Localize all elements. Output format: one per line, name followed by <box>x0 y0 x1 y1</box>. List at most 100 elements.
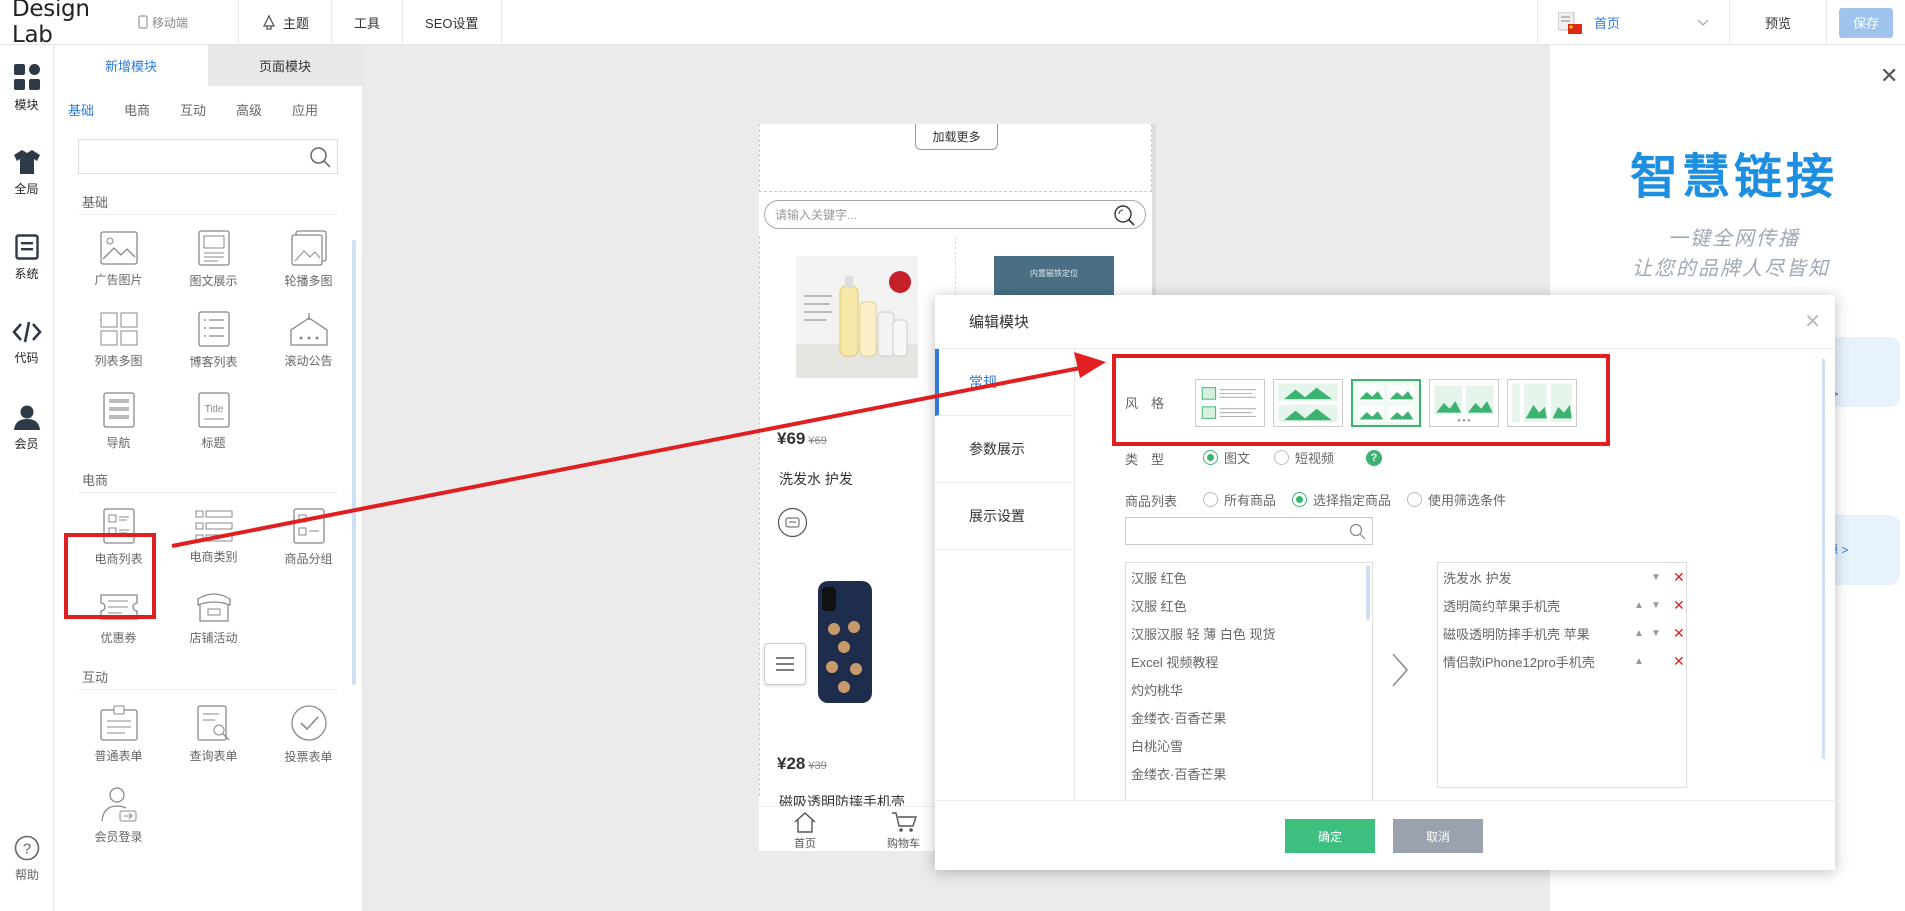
module-product-group[interactable]: 商品分组 <box>261 497 356 578</box>
topnav-theme[interactable]: 主题 <box>238 0 331 45</box>
module-store-activity[interactable]: 店铺活动 <box>166 578 261 659</box>
list-option-all[interactable]: 所有商品 <box>1203 490 1276 509</box>
rail-item-help[interactable]: ? 帮助 <box>0 816 54 901</box>
dialog-header: 编辑模块 ✕ <box>935 295 1835 349</box>
list-item[interactable]: 汉服 红色 <box>1126 591 1372 619</box>
module-navigation[interactable]: 导航 <box>71 381 166 462</box>
cart-add-icon[interactable] <box>777 507 808 538</box>
dialog-tab-general[interactable]: 常规 <box>935 349 1074 416</box>
module-list-images[interactable]: 列表多图 <box>71 300 166 381</box>
module-query-form[interactable]: 查询表单 <box>166 694 261 775</box>
cancel-button[interactable]: 取消 <box>1393 819 1483 853</box>
remove-icon[interactable]: ✕ <box>1673 597 1685 614</box>
chevron-right-icon[interactable] <box>1390 652 1410 688</box>
list-item[interactable]: 灼灼桃华 <box>1126 675 1372 703</box>
type-option-image-text[interactable]: 图文 <box>1203 448 1250 467</box>
selected-item[interactable]: 磁吸透明防摔手机壳 苹果 ▲ ▼ ✕ <box>1438 619 1688 647</box>
list-scrollbar[interactable] <box>1366 565 1370 620</box>
category-apps[interactable]: 应用 <box>292 100 348 119</box>
close-icon[interactable]: ✕ <box>1880 63 1898 89</box>
list-item[interactable]: 汉服 红色 <box>1126 563 1372 591</box>
phone-menu-button[interactable] <box>764 643 806 685</box>
old-price: ¥39 <box>808 760 827 772</box>
module-vote-form[interactable]: 投票表单 <box>261 694 356 775</box>
product-name[interactable]: 洗发水 护发 <box>779 469 853 489</box>
category-list-icon <box>195 510 232 542</box>
move-down-icon[interactable]: ▼ <box>1651 600 1661 611</box>
list-item[interactable]: 汉服汉服 轻 薄 白色 现货 <box>1126 619 1372 647</box>
remove-icon[interactable]: ✕ <box>1673 653 1685 670</box>
topnav-tools[interactable]: 工具 <box>331 0 402 45</box>
tab-add-module[interactable]: 新增模块 <box>54 45 208 86</box>
selected-item[interactable]: 洗发水 护发 ▼ ✕ <box>1438 563 1688 591</box>
radio-unchecked <box>1203 492 1218 507</box>
move-up-icon[interactable]: ▲ <box>1634 600 1644 611</box>
top-bar: Design Lab 移动端 主题 工具 SEO设置 首页 预览 保存 <box>0 0 1905 48</box>
remove-icon[interactable]: ✕ <box>1673 625 1685 642</box>
panel-scrollbar[interactable] <box>352 240 356 685</box>
dialog-tab-params[interactable]: 参数展示 <box>935 416 1074 483</box>
save-button[interactable]: 保存 <box>1839 7 1893 38</box>
search-icon[interactable] <box>309 146 331 168</box>
menu-icon <box>776 657 794 671</box>
preview-button[interactable]: 预览 <box>1729 0 1827 45</box>
module-label: 博客列表 <box>189 355 238 369</box>
help-icon[interactable]: ? <box>1366 449 1383 466</box>
confirm-button[interactable]: 确定 <box>1285 819 1375 853</box>
list-item[interactable]: 金缕衣·百香芒果 <box>1126 759 1372 787</box>
list-item[interactable]: Excel 视频教程 <box>1126 647 1372 675</box>
module-ad-image[interactable]: 广告图片 <box>71 219 166 300</box>
move-down-icon[interactable]: ▼ <box>1651 628 1661 639</box>
module-member-login[interactable]: 会员登录 <box>71 775 166 856</box>
phone-search-bar[interactable]: 请输入关键字... <box>764 200 1146 229</box>
dialog-scrollbar[interactable] <box>1822 359 1825 759</box>
dialog-title: 编辑模块 <box>969 314 1030 331</box>
list-option-filter[interactable]: 使用筛选条件 <box>1407 490 1506 509</box>
close-icon[interactable]: ✕ <box>1804 309 1821 334</box>
product-image-phone-case[interactable] <box>814 579 876 707</box>
category-interactive[interactable]: 互动 <box>180 100 236 119</box>
search-icon[interactable] <box>1349 523 1366 540</box>
topnav-seo[interactable]: SEO设置 <box>402 0 502 45</box>
page-selector[interactable]: 首页 <box>1537 0 1729 45</box>
tab-page-module[interactable]: 页面模块 <box>208 45 362 86</box>
product-search[interactable] <box>1125 517 1373 545</box>
phone-tab-home[interactable]: 首页 <box>793 811 817 851</box>
module-scroll-notice[interactable]: 滚动公告 <box>261 300 356 381</box>
type-option-video[interactable]: 短视频 <box>1274 448 1334 467</box>
list-item[interactable]: 金缕衣·百香芒果 <box>1126 703 1372 731</box>
module-carousel[interactable]: 轮播多图 <box>261 219 356 300</box>
product-image-shampoo[interactable] <box>796 256 918 378</box>
category-basic[interactable]: 基础 <box>68 100 124 119</box>
module-title[interactable]: Title 标题 <box>166 381 261 462</box>
move-down-icon[interactable]: ▼ <box>1651 572 1661 583</box>
module-image-text[interactable]: 图文展示 <box>166 219 261 300</box>
move-up-icon[interactable]: ▲ <box>1634 628 1644 639</box>
app-title: Design Lab <box>12 0 90 48</box>
dialog-tab-display[interactable]: 展示设置 <box>935 483 1074 550</box>
rail-item-code[interactable]: 代码 <box>0 300 53 385</box>
module-panel: 新增模块 页面模块 基础 电商 互动 高级 应用 基础 广告图片 图文展示 轮播… <box>54 45 363 911</box>
rail-item-global[interactable]: 全局 <box>0 130 53 215</box>
selected-item[interactable]: 情侣款iPhone12pro手机壳 ▲ ✕ <box>1438 647 1688 675</box>
move-up-icon[interactable]: ▲ <box>1634 656 1644 667</box>
phone-tab-cart[interactable]: 购物车 <box>887 811 920 851</box>
product-list-radio-group: 所有商品 选择指定商品 使用筛选条件 <box>1203 490 1506 509</box>
module-blog-list[interactable]: 博客列表 <box>166 300 261 381</box>
category-advanced[interactable]: 高级 <box>236 100 292 119</box>
module-form[interactable]: 普通表单 <box>71 694 166 775</box>
list-option-selected[interactable]: 选择指定商品 <box>1292 490 1391 509</box>
remove-icon[interactable]: ✕ <box>1673 569 1685 586</box>
rail-item-members[interactable]: 会员 <box>0 385 53 470</box>
module-search-input[interactable] <box>79 140 337 173</box>
rail-item-system[interactable]: 系统 <box>0 215 53 300</box>
product-image-case[interactable]: 内置磁铁定位 <box>994 256 1114 298</box>
module-ecommerce-category[interactable]: 电商类别 <box>166 497 261 578</box>
load-more-button[interactable]: 加载更多 <box>915 124 998 150</box>
category-ecommerce[interactable]: 电商 <box>124 100 180 119</box>
rail-item-modules[interactable]: 模块 <box>0 45 53 130</box>
mobile-toggle[interactable]: 移动端 <box>138 14 238 31</box>
rail-label-members: 会员 <box>14 436 39 451</box>
list-item[interactable]: 白桃沁雪 <box>1126 731 1372 759</box>
selected-item[interactable]: 透明简约苹果手机壳 ▲ ▼ ✕ <box>1438 591 1688 619</box>
